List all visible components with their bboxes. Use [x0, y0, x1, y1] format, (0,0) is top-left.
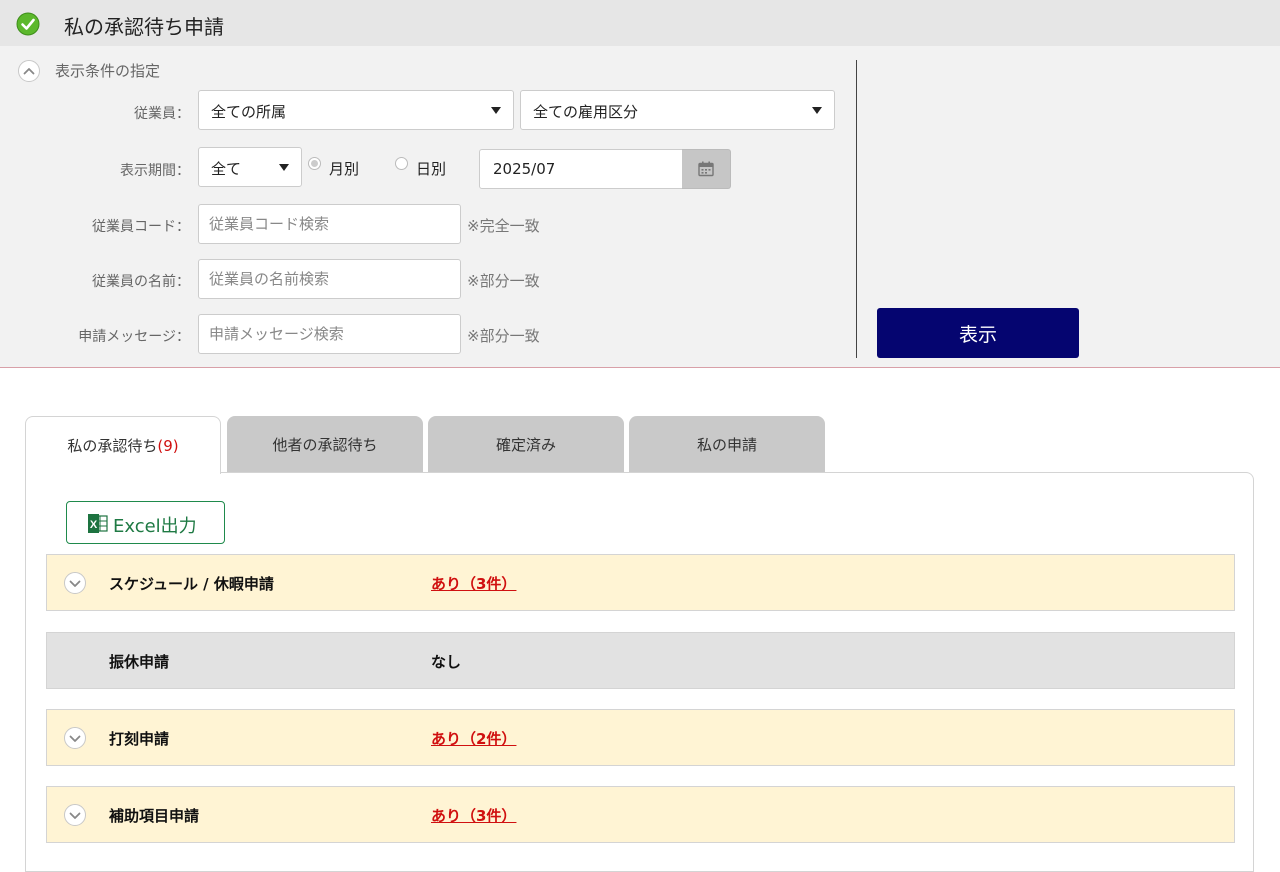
tab-my-pending[interactable]: 私の承認待ち (9) — [25, 416, 221, 474]
excel-export-button[interactable]: X Excel出力 — [66, 501, 225, 544]
collapse-filter-button[interactable] — [18, 60, 40, 82]
tab-count: (9) — [157, 436, 179, 455]
message-label: 申請メッセージ： — [78, 329, 190, 345]
radio-monthly[interactable] — [308, 157, 321, 170]
dropdown-arrow-icon — [812, 107, 822, 114]
request-type-name: 打刻申請 — [109, 730, 170, 748]
period-scope-select-value: 全て — [211, 160, 242, 178]
request-type-name: 補助項目申請 — [109, 807, 200, 825]
tab-label: 私の承認待ち — [67, 437, 158, 455]
chevron-down-icon — [69, 580, 81, 587]
calendar-button[interactable] — [682, 149, 731, 189]
department-select[interactable]: 全ての所属 — [198, 90, 514, 130]
tab-label: 他者の承認待ち — [272, 436, 378, 454]
employee-code-input[interactable] — [198, 204, 461, 244]
radio-monthly-label: 月別 — [329, 160, 360, 178]
dropdown-arrow-icon — [491, 107, 501, 114]
expand-button[interactable] — [64, 727, 86, 749]
tab-others-pending[interactable]: 他者の承認待ち — [227, 416, 423, 473]
svg-text:X: X — [90, 519, 98, 531]
filter-heading: 表示条件の指定 — [55, 62, 161, 80]
divider — [856, 60, 857, 358]
message-hint: ※部分一致 — [467, 327, 540, 345]
calendar-icon — [698, 161, 714, 177]
page-title: 私の承認待ち申請 — [64, 15, 224, 39]
chevron-down-icon — [69, 812, 81, 819]
request-status: なし — [431, 653, 462, 671]
title-bar: 私の承認待ち申請 — [0, 0, 1280, 46]
request-count-link[interactable]: あり（2件） — [431, 728, 516, 749]
show-button[interactable]: 表示 — [877, 308, 1079, 358]
chevron-down-icon — [69, 735, 81, 742]
excel-export-label: Excel出力 — [113, 516, 197, 537]
date-input[interactable] — [479, 149, 683, 189]
request-row: スケジュール / 休暇申請 あり（3件） — [46, 554, 1235, 611]
request-count-link[interactable]: あり（3件） — [431, 805, 516, 826]
message-input[interactable] — [198, 314, 461, 354]
employment-type-select[interactable]: 全ての雇用区分 — [520, 90, 835, 130]
expand-button[interactable] — [64, 804, 86, 826]
request-count-link[interactable]: あり（3件） — [431, 573, 516, 594]
excel-icon: X — [88, 514, 108, 533]
dropdown-arrow-icon — [279, 164, 289, 171]
radio-daily[interactable] — [395, 157, 408, 170]
tab-label: 私の申請 — [696, 436, 757, 454]
employee-code-hint: ※完全一致 — [467, 217, 540, 235]
check-circle-icon — [16, 12, 40, 36]
period-scope-select[interactable]: 全て — [198, 147, 302, 187]
period-label: 表示期間： — [120, 163, 190, 179]
request-row: 打刻申請 あり（2件） — [46, 709, 1235, 766]
employee-name-label: 従業員の名前： — [92, 274, 190, 290]
employment-type-select-value: 全ての雇用区分 — [533, 103, 639, 121]
employee-label: 従業員： — [134, 106, 190, 122]
request-type-name: スケジュール / 休暇申請 — [109, 575, 274, 593]
chevron-up-icon — [23, 68, 35, 75]
tab-label: 確定済み — [495, 436, 556, 454]
employee-code-label: 従業員コード： — [92, 219, 190, 235]
tab-confirmed[interactable]: 確定済み — [428, 416, 624, 473]
request-row: 振休申請 なし — [46, 632, 1235, 689]
expand-button[interactable] — [64, 572, 86, 594]
request-row: 補助項目申請 あり（3件） — [46, 786, 1235, 843]
employee-name-hint: ※部分一致 — [467, 272, 540, 290]
radio-daily-label: 日別 — [416, 160, 447, 178]
employee-name-input[interactable] — [198, 259, 461, 299]
tab-my-requests[interactable]: 私の申請 — [629, 416, 825, 473]
department-select-value: 全ての所属 — [211, 103, 287, 121]
request-type-name: 振休申請 — [109, 653, 170, 671]
